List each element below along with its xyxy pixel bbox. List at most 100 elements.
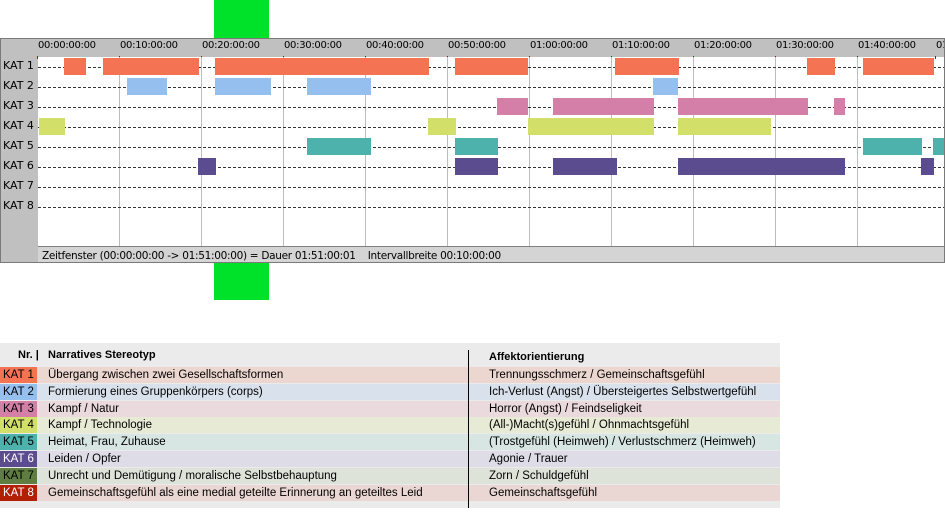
category-label: KAT 8: [3, 199, 34, 212]
time-tick-label: 01:20:00:00: [694, 40, 752, 51]
stereotyp-text: Heimat, Frau, Zuhause: [48, 436, 166, 449]
header-stereotyp: Narratives Stereotyp: [48, 349, 156, 361]
grid-line: [775, 57, 776, 246]
stereotyp-text: Gemeinschaftsgefühl als eine medial gete…: [48, 486, 423, 499]
time-tick-label: 00:10:00:00: [120, 40, 178, 51]
timeline-panel[interactable]: Zeitfenster (00:00:00:00 -> 01:51:00:00)…: [0, 38, 945, 263]
grid-line: [529, 57, 530, 246]
category-label: KAT 3: [3, 99, 34, 112]
segment-kat5[interactable]: [455, 138, 498, 155]
category-code: KAT 8: [0, 484, 37, 501]
affekt-text: Trennungsschmerz / Gemeinschaftsgefühl: [489, 369, 705, 381]
grid-line: [447, 57, 448, 246]
affekt-text: Agonie / Trauer: [489, 453, 568, 465]
category-code: KAT 7: [0, 467, 37, 484]
legend-row: KAT 1 Übergang zwischen zwei Gesellschaft…: [0, 367, 780, 383]
segment-kat6[interactable]: [455, 158, 498, 175]
affekt-text: Gemeinschaftsgefühl: [489, 486, 598, 499]
legend-row: KAT 3 Kampf / Natur Horror (Angst) / Feind…: [0, 400, 780, 417]
segment-kat4[interactable]: [428, 118, 456, 135]
legend-divider: [468, 350, 469, 508]
status-bar: Zeitfenster (00:00:00:00 -> 01:51:00:00)…: [38, 246, 944, 262]
time-tick-label: 00:40:00:00: [366, 40, 424, 51]
segment-kat6[interactable]: [921, 158, 934, 175]
lane-line: [38, 207, 944, 208]
legend-row: KAT 7 Unrecht und Demütigung / moralische…: [0, 467, 780, 484]
legend-header: Nr. | Narratives Stereotyp Affektorienti…: [0, 347, 780, 363]
stereotyp-text: Unrecht und Demütigung / moralische Selb…: [48, 469, 337, 482]
segment-kat4[interactable]: [39, 118, 65, 135]
lane-line: [38, 107, 944, 108]
category-code: KAT 6: [0, 451, 37, 467]
category-code: KAT 2: [0, 383, 37, 400]
category-label: KAT 4: [3, 119, 34, 132]
stereotyp-text: Kampf / Natur: [48, 402, 119, 415]
affekt-text: Ich-Verlust (Angst) / Übersteigertes Sel…: [489, 385, 757, 398]
grid-line: [611, 57, 612, 246]
segment-kat5[interactable]: [863, 138, 922, 155]
time-tick-label: 00:20:00:00: [202, 40, 260, 51]
segment-kat1[interactable]: [615, 58, 679, 75]
segment-kat5[interactable]: [307, 138, 371, 155]
grid-line: [283, 57, 284, 246]
segment-kat2[interactable]: [215, 78, 271, 95]
time-tick-label: 01:30:00:00: [776, 40, 834, 51]
segment-kat2[interactable]: [127, 78, 167, 95]
segment-kat1[interactable]: [807, 58, 835, 75]
time-tick-label: 00:50:00:00: [448, 40, 506, 51]
stereotyp-text: Leiden / Opfer: [48, 453, 121, 465]
segment-kat1[interactable]: [863, 58, 934, 75]
segment-kat1[interactable]: [64, 58, 86, 75]
affekt-text: (Trostgefühl (Heimweh) / Verlustschmerz …: [489, 436, 756, 449]
grid-line: [857, 57, 858, 246]
segment-kat2[interactable]: [307, 78, 371, 95]
time-tick-mark: [935, 56, 936, 59]
segment-kat3[interactable]: [553, 98, 654, 115]
stereotyp-text: Formierung eines Gruppenkörpers (corps): [48, 385, 263, 398]
category-label: KAT 6: [3, 159, 34, 172]
segment-kat1[interactable]: [455, 58, 528, 75]
affekt-text: Zorn / Schuldgefühl: [489, 469, 589, 482]
header-affekt: Affektorientierung: [489, 351, 585, 363]
lane-line: [38, 187, 944, 188]
stereotyp-text: Übergang zwischen zwei Gesellschaftsform…: [48, 369, 284, 381]
affekt-text: (All-)Macht(s)gefühl / Ohnmachtsgefühl: [489, 419, 690, 432]
header-nr: Nr. |: [18, 349, 39, 361]
time-tick-label: 01:10:00:00: [612, 40, 670, 51]
time-tick-label: 01: [936, 40, 944, 51]
category-code: KAT 3: [0, 400, 37, 417]
category-code: KAT 1: [0, 367, 37, 383]
segment-kat6[interactable]: [678, 158, 845, 175]
segment-kat3[interactable]: [678, 98, 808, 115]
grid-line: [201, 57, 202, 246]
segment-kat6[interactable]: [553, 158, 617, 175]
legend-row: KAT 4 Kampf / Technologie (All-)Macht(s)ge…: [0, 417, 780, 434]
time-tick-label: 00:30:00:00: [284, 40, 342, 51]
stereotyp-text: Kampf / Technologie: [48, 419, 152, 432]
segment-kat4[interactable]: [678, 118, 771, 135]
top-marker: [214, 0, 269, 38]
grid-line: [119, 57, 120, 246]
time-tick-label: 01:00:00:00: [530, 40, 588, 51]
lane-line: [38, 87, 944, 88]
segment-kat2[interactable]: [653, 78, 678, 95]
segment-kat1[interactable]: [103, 58, 199, 75]
segment-kat4[interactable]: [528, 118, 654, 135]
category-label: KAT 2: [3, 79, 34, 92]
segment-kat3[interactable]: [834, 98, 845, 115]
category-code: KAT 4: [0, 417, 37, 434]
category-label: KAT 5: [3, 139, 34, 152]
time-tick-label: 01:40:00:00: [858, 40, 916, 51]
legend-row: KAT 6 Leiden / Opfer Agonie / Trauer: [0, 451, 780, 467]
lane-line: [38, 127, 944, 128]
legend-row: KAT 5 Heimat, Frau, Zuhause (Trostgefühl (…: [0, 434, 780, 451]
category-code: KAT 5: [0, 434, 37, 451]
time-tick-mark: [37, 56, 38, 59]
legend-table: Nr. | Narratives Stereotyp Affektorienti…: [0, 343, 780, 508]
legend-row: KAT 8 Gemeinschaftsgefühl als eine medial…: [0, 484, 780, 501]
segment-kat3[interactable]: [497, 98, 528, 115]
legend-row: KAT 2 Formierung eines Gruppenkörpers (co…: [0, 383, 780, 400]
segment-kat5[interactable]: [933, 138, 944, 155]
segment-kat6[interactable]: [198, 158, 216, 175]
segment-kat1[interactable]: [215, 58, 429, 75]
